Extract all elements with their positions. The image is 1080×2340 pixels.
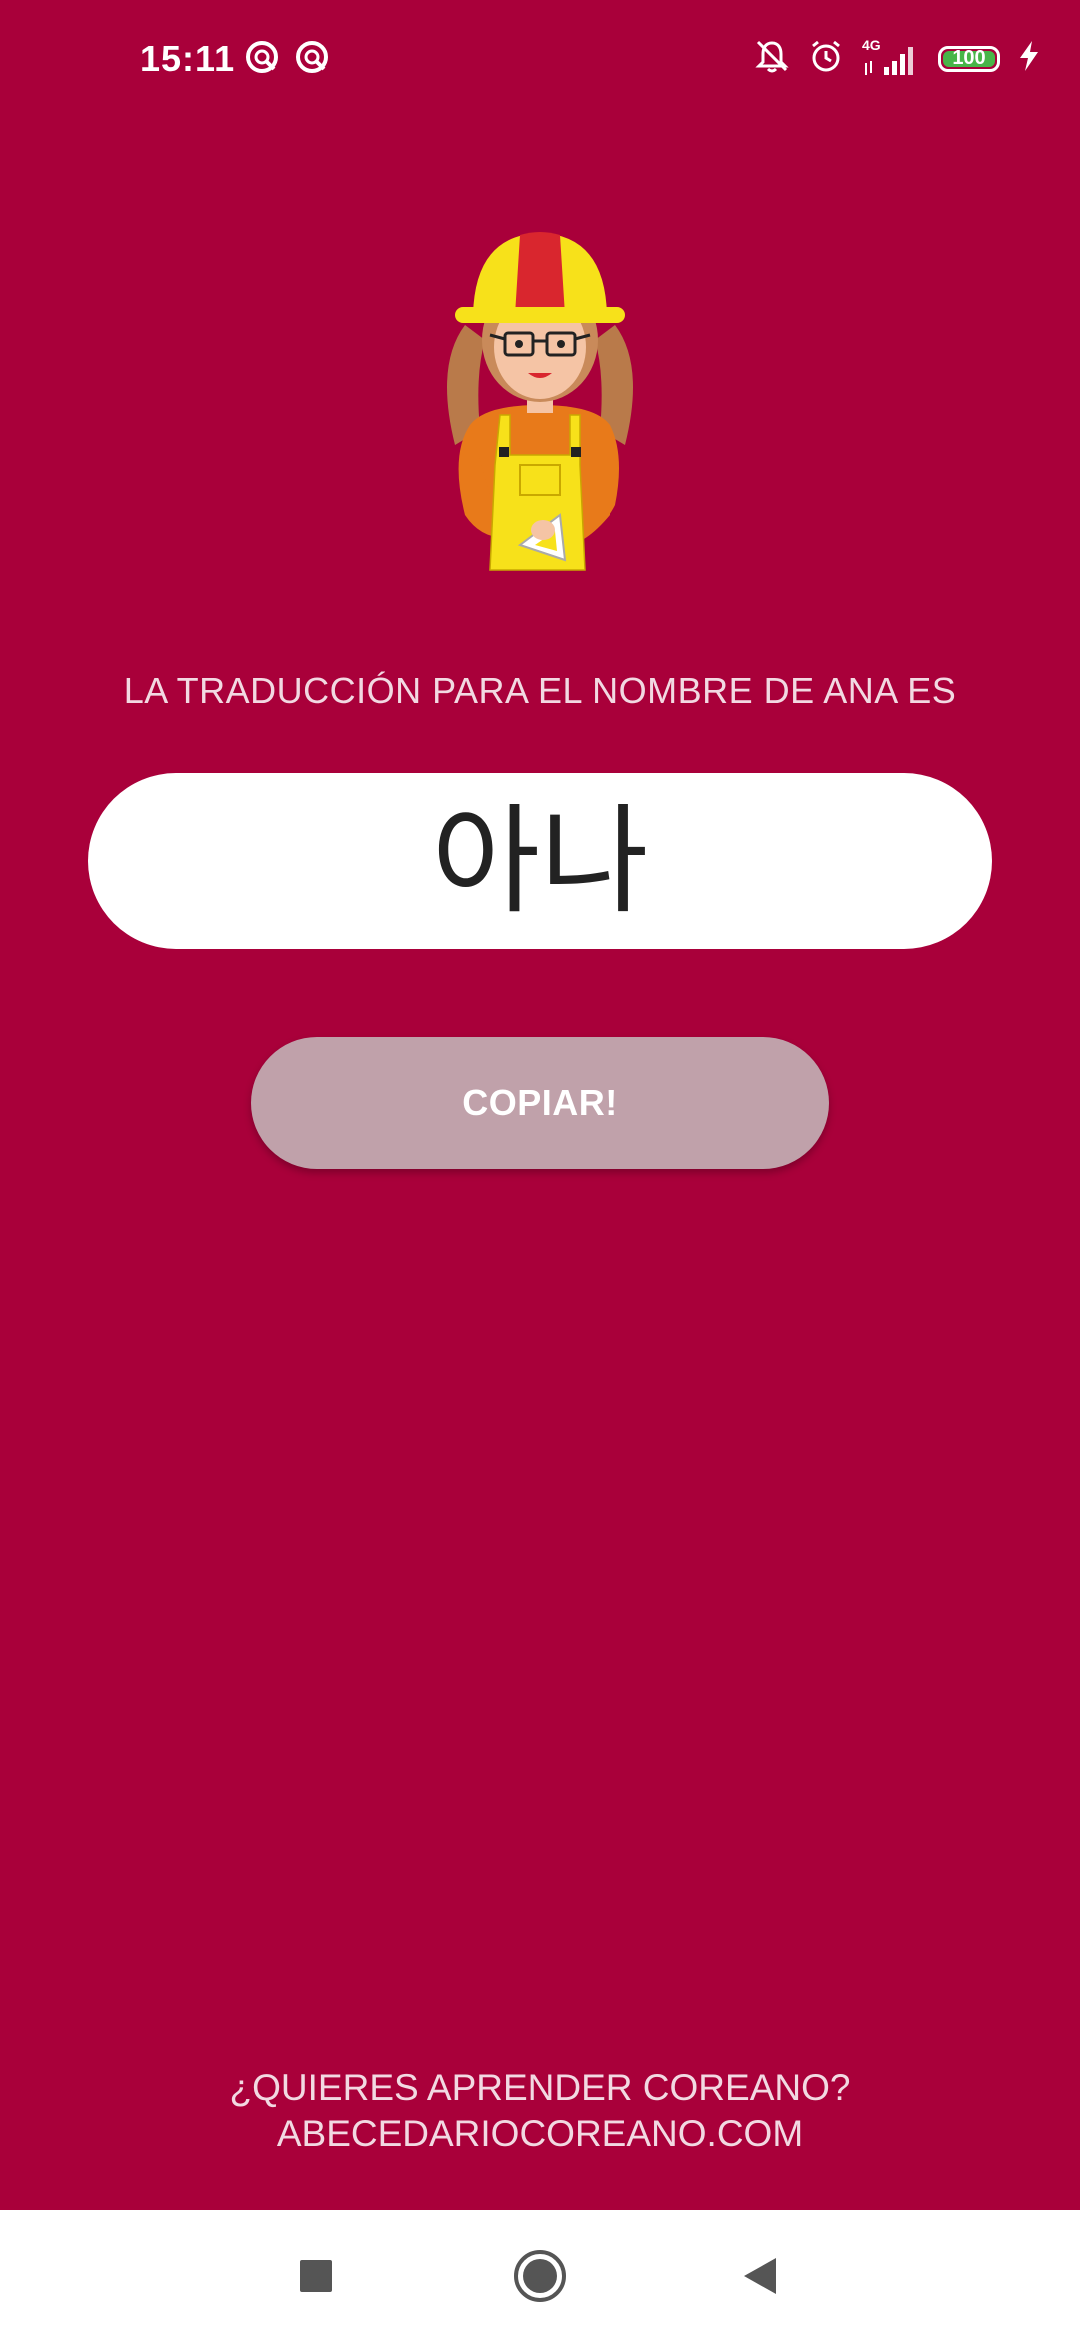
recent-apps-icon[interactable] [286,2246,346,2306]
status-bar: 15:11 4G 100 [0,0,1080,126]
mascot-illustration [425,215,655,585]
back-icon[interactable] [730,2246,790,2306]
navigation-bar [0,2210,1080,2340]
notification-app-icon [295,40,329,79]
status-right-icons: 4G 100 [754,37,1040,79]
signal-icon: 4G [862,37,920,77]
home-icon[interactable] [510,2246,570,2306]
learn-korean-link[interactable]: ¿QUIERES APRENDER COREANO? ABECEDARIOCOR… [0,2065,1080,2157]
charging-icon [1018,40,1040,77]
footer-line-2: ABECEDARIOCOREANO.COM [276,2113,804,2154]
battery-icon: 100 [938,45,1000,72]
notification-app-icon [245,40,279,79]
status-time: 15:11 [140,38,236,79]
silent-bell-icon [754,38,790,79]
translation-heading: LA TRADUCCIÓN PARA EL NOMBRE DE ANA ES [123,670,957,711]
footer-line-1: ¿QUIERES APRENDER COREANO? [229,2067,851,2108]
translation-result-box: 아나 [88,773,992,949]
battery-level: 100 [952,47,986,69]
translation-text: 아나 [431,792,649,930]
status-left-icons [245,40,329,79]
alarm-icon [808,38,844,79]
copy-button[interactable]: COPIAR! [251,1037,829,1169]
